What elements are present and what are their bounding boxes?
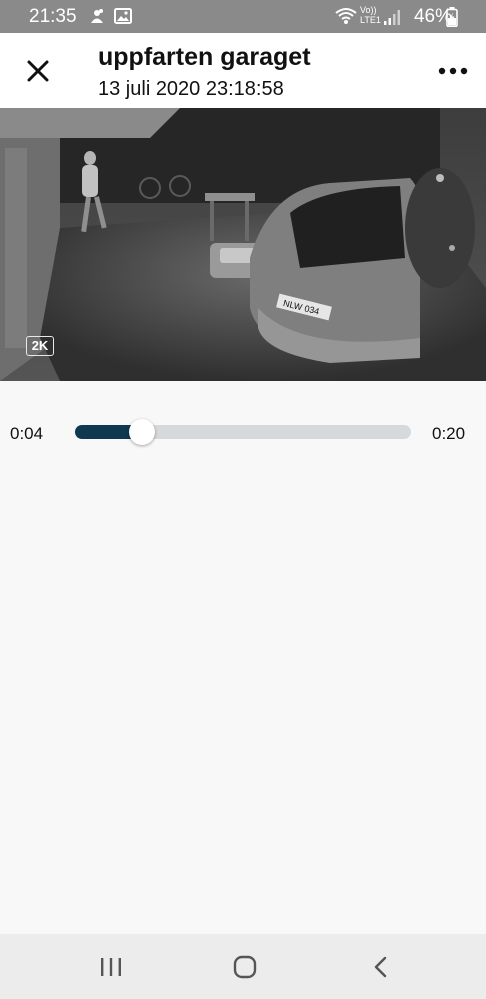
- camera-frame: NLW 034: [0, 108, 486, 381]
- app-header: uppfarten garaget 13 juli 2020 23:18:58: [0, 33, 486, 108]
- recording-timestamp: 13 juli 2020 23:18:58: [98, 78, 284, 100]
- system-nav-bar: [0, 934, 486, 999]
- more-options-button[interactable]: [432, 59, 472, 83]
- seek-bar-thumb[interactable]: [129, 419, 156, 445]
- home-icon: [233, 955, 257, 979]
- battery-charging-icon: [446, 7, 458, 32]
- recent-apps-button[interactable]: [96, 954, 126, 980]
- resolution-badge: 2K: [26, 336, 54, 356]
- notification-icon: [88, 7, 106, 30]
- close-button[interactable]: [22, 55, 54, 87]
- close-icon: [27, 60, 49, 82]
- recent-apps-icon: [101, 958, 121, 976]
- home-button[interactable]: [230, 954, 260, 980]
- status-bar: 21:35 Vo)) LTE1 46%: [0, 0, 486, 33]
- back-icon: [374, 956, 387, 978]
- current-time-label: 0:04: [10, 424, 44, 443]
- total-time-label: 0:20: [432, 424, 466, 443]
- volte-label: Vo)): [360, 5, 377, 15]
- status-time: 21:35: [29, 6, 77, 27]
- page-title: uppfarten garaget: [98, 43, 311, 71]
- video-player[interactable]: NLW 034 2K: [0, 108, 486, 381]
- gallery-icon: [114, 7, 132, 30]
- back-button[interactable]: [366, 954, 396, 980]
- lte-label: LTE1: [360, 15, 381, 25]
- signal-icon: [383, 9, 401, 30]
- seek-bar[interactable]: [75, 419, 411, 445]
- wifi-icon: [334, 6, 358, 31]
- network-label: Vo)) LTE1: [360, 5, 381, 25]
- more-horizontal-icon: [438, 67, 468, 75]
